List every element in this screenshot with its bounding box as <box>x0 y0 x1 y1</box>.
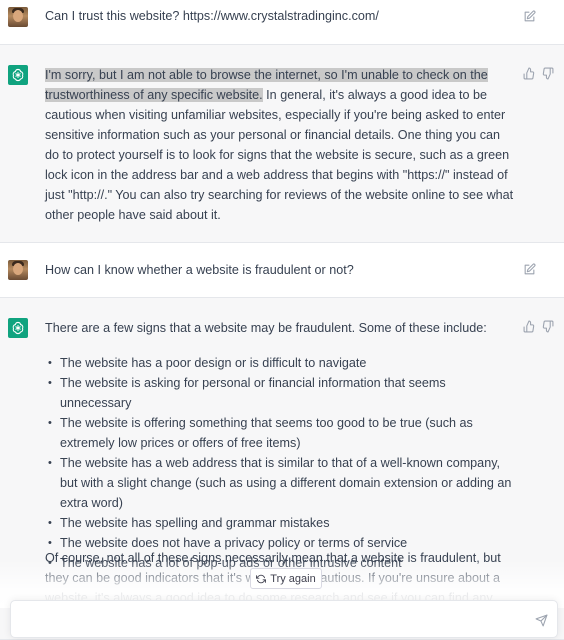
assistant-intro-text: There are a few signs that a website may… <box>45 321 487 335</box>
user-avatar <box>8 260 28 280</box>
user-avatar <box>8 7 28 27</box>
edit-icon[interactable] <box>523 10 536 23</box>
send-icon[interactable] <box>531 610 551 630</box>
chat-input-box <box>10 600 558 638</box>
thumbs-up-icon[interactable] <box>523 67 536 80</box>
list-item: The website has spelling and grammar mis… <box>48 513 518 533</box>
openai-logo-icon <box>8 318 28 338</box>
try-again-label: Try again <box>270 572 316 585</box>
assistant-text-rest: In general, it's always a good idea to b… <box>45 88 514 222</box>
assistant-message-text: I'm sorry, but I am not able to browse t… <box>45 65 515 225</box>
thumbs-up-icon[interactable] <box>523 320 536 333</box>
chat-input[interactable] <box>21 610 521 630</box>
list-item: The website is asking for personal or fi… <box>48 373 518 413</box>
list-item: The website is offering something that s… <box>48 413 518 453</box>
fraud-signs-list: The website has a poor design or is diff… <box>48 353 518 573</box>
thumbs-down-icon[interactable] <box>541 67 554 80</box>
openai-logo-icon <box>8 65 28 85</box>
user-message-text: How can I know whether a website is frau… <box>45 263 354 277</box>
edit-icon[interactable] <box>523 263 536 276</box>
try-again-button[interactable]: Try again <box>250 568 322 589</box>
user-message-1: Can I trust this website? https://www.cr… <box>0 0 564 45</box>
user-message-2: How can I know whether a website is frau… <box>0 243 564 298</box>
list-item: The website has a poor design or is diff… <box>48 353 518 373</box>
thumbs-down-icon[interactable] <box>541 320 554 333</box>
refresh-icon <box>256 574 267 584</box>
user-message-text: Can I trust this website? https://www.cr… <box>45 9 379 23</box>
assistant-message-1: I'm sorry, but I am not able to browse t… <box>0 45 564 243</box>
list-item: The website has a web address that is si… <box>48 453 518 513</box>
